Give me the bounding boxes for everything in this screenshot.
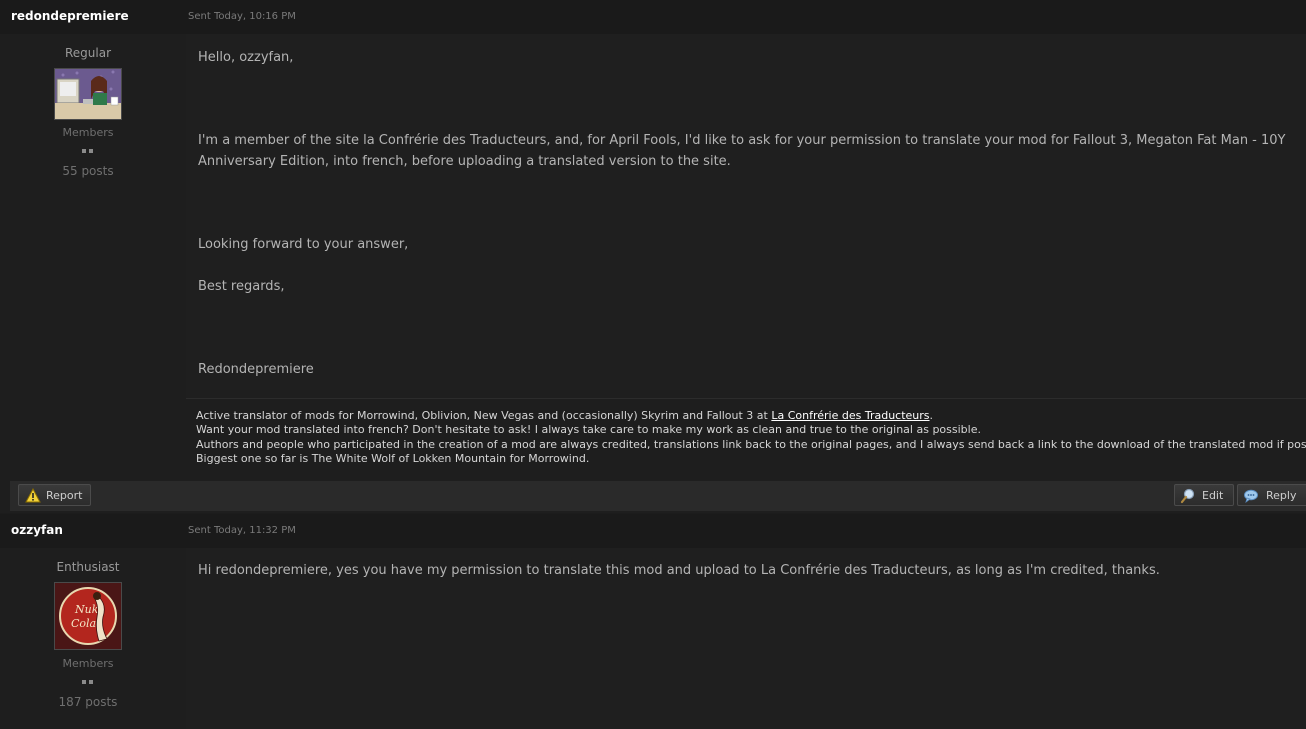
rank-pips xyxy=(82,149,96,153)
author-name[interactable]: redondepremiere xyxy=(11,9,129,23)
edit-button[interactable]: Edit xyxy=(1174,484,1234,506)
edit-label: Edit xyxy=(1202,489,1224,502)
post-count: 55 posts xyxy=(62,164,114,178)
message-paragraph: Redondepremiere xyxy=(198,362,314,377)
warning-icon xyxy=(25,488,41,503)
message-paragraph: Anniversary Edition, into french, before… xyxy=(198,154,731,169)
message-paragraph: Best regards, xyxy=(198,279,285,294)
rank-pip xyxy=(89,149,93,153)
signature-text: Active translator of mods for Morrowind,… xyxy=(196,409,772,422)
member-group: Members xyxy=(62,126,114,139)
message-paragraph: Hi redondepremiere, yes you have my perm… xyxy=(198,563,1160,578)
avatar[interactable] xyxy=(54,68,122,120)
post-header: redondepremiere Sent Today, 10:16 PM xyxy=(0,0,1306,34)
member-title: Enthusiast xyxy=(56,560,120,574)
magnifier-pencil-icon xyxy=(1180,488,1195,504)
message-post: redondepremiere Sent Today, 10:16 PM Reg… xyxy=(0,0,1306,513)
rank-pip xyxy=(89,680,93,684)
message-paragraph: I'm a member of the site la Confrérie de… xyxy=(198,133,1286,148)
reply-button[interactable]: Reply xyxy=(1237,484,1306,506)
signature-line: Want your mod translated into french? Do… xyxy=(196,423,981,436)
signature: Active translator of mods for Morrowind,… xyxy=(186,398,1306,481)
signature-line: Biggest one so far is The White Wolf of … xyxy=(196,452,590,465)
post-count: 187 posts xyxy=(58,695,118,709)
sent-date: Sent Today, 10:16 PM xyxy=(188,11,296,22)
signature-text: . xyxy=(929,409,934,422)
avatar[interactable]: Nuka Cola xyxy=(54,582,122,650)
message-paragraph: Hello, ozzyfan, xyxy=(198,50,294,65)
sent-date: Sent Today, 11:32 PM xyxy=(188,525,296,536)
avatar-image xyxy=(55,69,121,119)
member-title: Regular xyxy=(64,46,112,60)
speech-bubble-icon xyxy=(1244,489,1258,503)
post-content: Hi redondepremiere, yes you have my perm… xyxy=(186,548,1306,729)
signature-link[interactable]: La Confrérie des Traducteurs xyxy=(771,409,929,422)
report-button[interactable]: Report xyxy=(18,484,91,506)
post-header: ozzyfan Sent Today, 11:32 PM xyxy=(0,514,1306,548)
rank-pip xyxy=(82,149,86,153)
avatar-lettering: Cola xyxy=(71,617,96,630)
post-content: Hello, ozzyfan, I'm a member of the site… xyxy=(186,34,1306,398)
rank-pips xyxy=(82,680,96,684)
author-name[interactable]: ozzyfan xyxy=(11,523,63,537)
signature-line: Active translator of mods for Morrowind,… xyxy=(196,409,933,423)
reply-label: Reply xyxy=(1266,489,1297,502)
message-post: ozzyfan Sent Today, 11:32 PM Enthusiast … xyxy=(0,514,1306,729)
rank-pip xyxy=(82,680,86,684)
message-paragraph: Looking forward to your answer, xyxy=(198,237,409,252)
report-label: Report xyxy=(46,489,83,502)
post-controls: Report Edit Reply xyxy=(10,481,1306,511)
member-group: Members xyxy=(62,657,114,670)
avatar-image: Nuka Cola xyxy=(55,583,121,649)
signature-line: Authors and people who participated in t… xyxy=(196,438,1306,451)
